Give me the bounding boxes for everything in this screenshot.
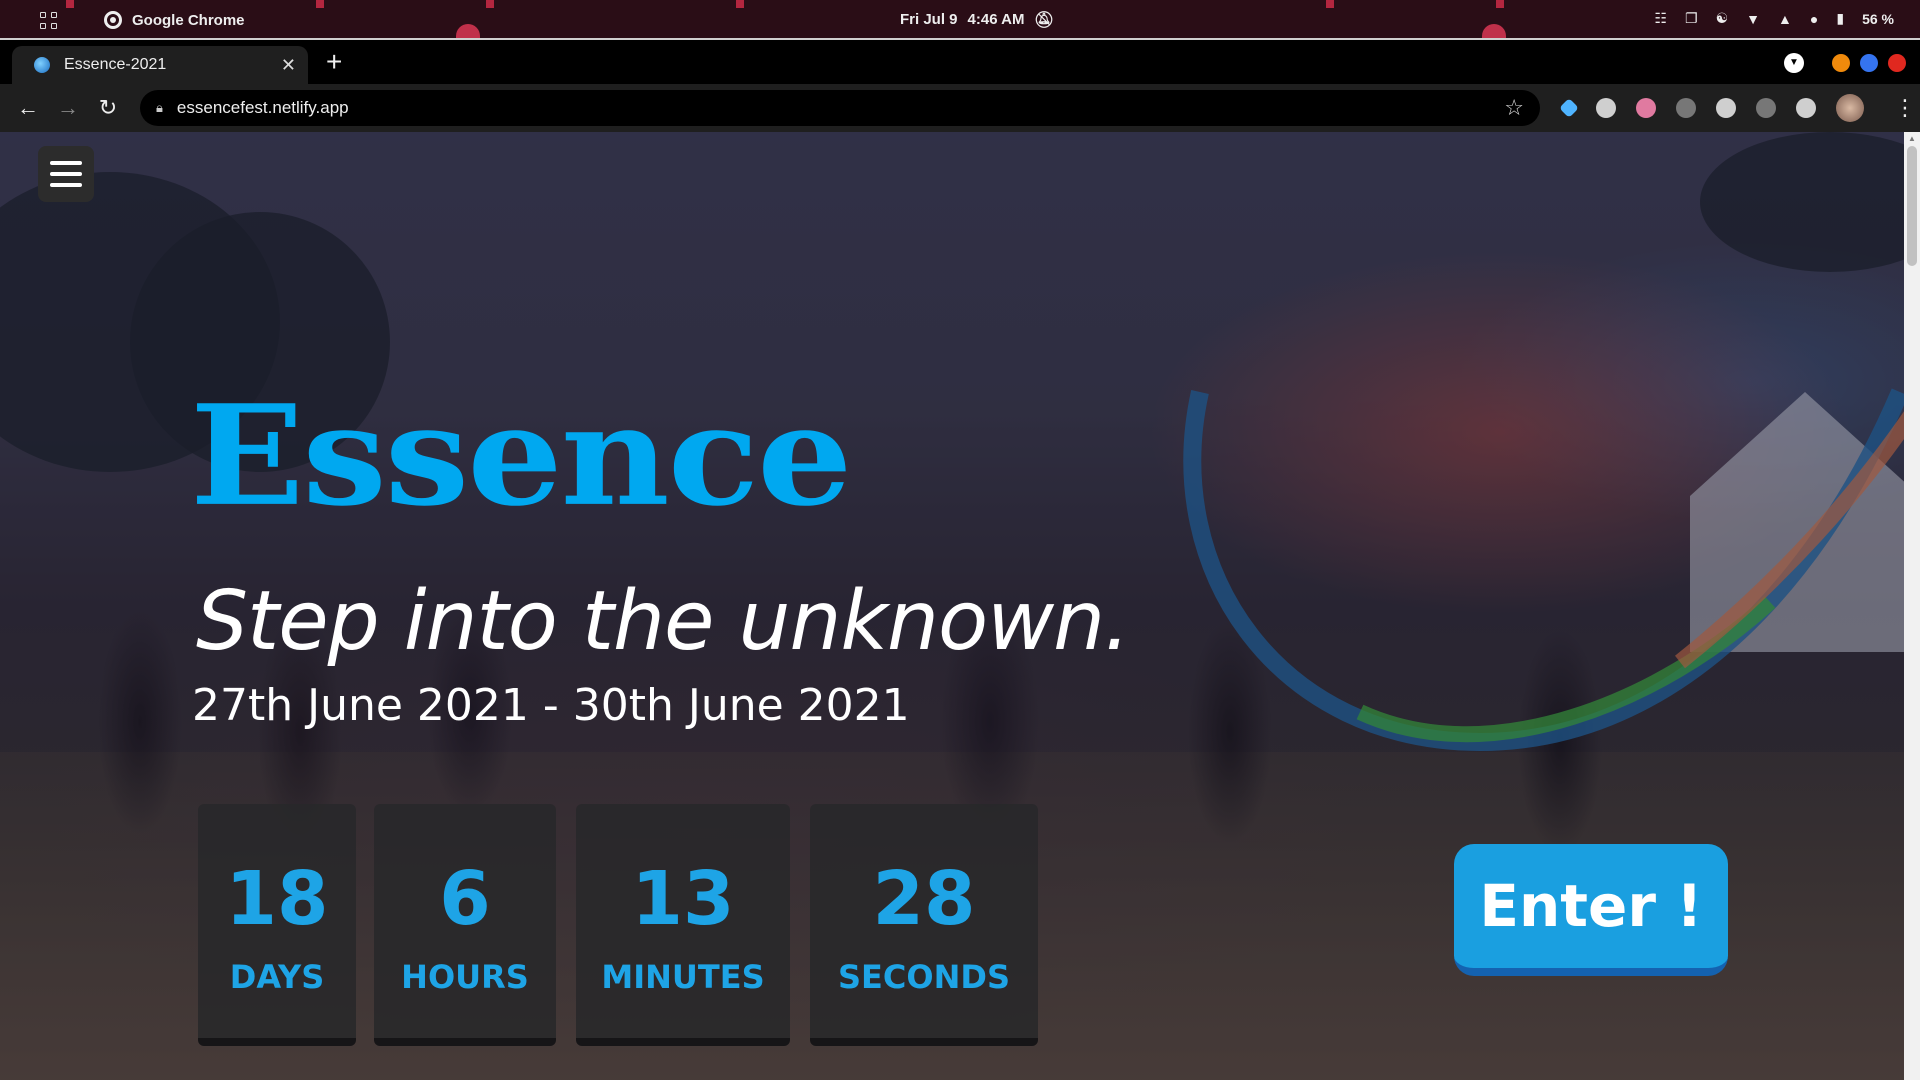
forward-button[interactable]: → — [48, 95, 88, 121]
countdown-label: HOURS — [401, 958, 529, 996]
microphone-icon: ● — [1809, 10, 1819, 27]
system-tray[interactable]: ☷ ❐ ☯ ▼ ▲ ● ▮ 56 % — [1654, 10, 1894, 27]
reload-button[interactable]: ↻ — [88, 95, 128, 121]
tab-search-icon[interactable]: ▼ — [1784, 53, 1804, 73]
event-dates: 27th June 2021 - 30th June 2021 — [192, 680, 910, 731]
page-scrollbar[interactable]: ▲ — [1904, 132, 1920, 1080]
extensions-bar: ⋮ — [1559, 94, 1916, 122]
active-app[interactable]: Google Chrome — [104, 11, 245, 29]
hamburger-icon — [50, 161, 82, 165]
browser-toolbar: ← → ↻ 🔒︎ essencefest.netlify.app ☆ ⋮ — [0, 84, 1920, 132]
countdown-hours: 6 HOURS — [374, 804, 556, 1046]
countdown-value: 28 — [872, 856, 976, 942]
app-grid-icon[interactable] — [40, 12, 58, 30]
countdown-label: SECONDS — [838, 958, 1010, 996]
site-favicon-icon — [34, 57, 50, 73]
close-window-button[interactable] — [1888, 54, 1906, 72]
countdown-label: DAYS — [229, 958, 325, 996]
maximize-button[interactable] — [1860, 54, 1878, 72]
tagline: Step into the unknown. — [196, 574, 1130, 669]
video-extension-icon[interactable] — [1676, 98, 1696, 118]
tab-strip: Essence-2021 ✕ + ▼ — [0, 42, 1920, 84]
chrome-icon — [104, 11, 122, 29]
scroll-up-arrow-icon[interactable]: ▲ — [1908, 134, 1916, 143]
url-text[interactable]: essencefest.netlify.app — [177, 98, 1504, 118]
chrome-menu-icon[interactable]: ⋮ — [1894, 95, 1916, 121]
tab-essence[interactable]: Essence-2021 ✕ — [12, 46, 308, 84]
os-top-bar: Google Chrome Fri Jul 9 4:46 AM 🔕︎ ☷ ❐ ☯… — [0, 0, 1920, 40]
back-button[interactable]: ← — [8, 95, 48, 121]
notifications-off-icon[interactable]: 🔕︎ — [1034, 10, 1054, 30]
accessibility-icon[interactable]: ☯ — [1716, 10, 1729, 27]
lock-icon[interactable]: 🔒︎ — [156, 100, 163, 116]
window-controls: ▼ — [1784, 53, 1906, 73]
countdown-minutes: 13 MINUTES — [576, 804, 790, 1046]
clock-time: 4:46 AM — [967, 11, 1025, 28]
globe-extension-icon[interactable] — [1716, 98, 1736, 118]
w-extension-icon[interactable] — [1596, 98, 1616, 118]
bookmark-star-icon[interactable]: ☆ — [1504, 95, 1524, 121]
clock[interactable]: Fri Jul 9 4:46 AM — [900, 11, 1025, 28]
enter-button[interactable]: Enter ! — [1454, 844, 1728, 976]
battery-percent: 56 % — [1862, 10, 1894, 27]
countdown-value: 13 — [631, 856, 735, 942]
profile-avatar[interactable] — [1836, 94, 1864, 122]
active-app-name: Google Chrome — [132, 11, 245, 29]
puzzle-extensions-icon[interactable] — [1796, 98, 1816, 118]
brand-logo-text: Essence — [190, 375, 852, 537]
tab-title: Essence-2021 — [64, 56, 167, 73]
face-extension-icon[interactable] — [1636, 98, 1656, 118]
countdown-label: MINUTES — [601, 958, 765, 996]
screen-icon[interactable]: ❐ — [1685, 10, 1698, 27]
keyboard-icon[interactable]: ☷ — [1654, 10, 1667, 27]
new-tab-button[interactable]: + — [326, 48, 342, 76]
menu-button[interactable] — [38, 146, 94, 202]
clock-date: Fri Jul 9 — [900, 11, 958, 28]
volume-icon: ▲ — [1778, 10, 1792, 27]
battery-icon: ▮ — [1836, 10, 1845, 26]
gem-extension-icon[interactable] — [1559, 98, 1579, 118]
countdown-days: 18 DAYS — [198, 804, 356, 1046]
address-bar[interactable]: 🔒︎ essencefest.netlify.app ☆ — [140, 90, 1540, 126]
scrollbar-thumb[interactable] — [1907, 146, 1917, 266]
hero-section: Essence Step into the unknown. 27th June… — [0, 132, 1920, 1080]
close-tab-icon[interactable]: ✕ — [281, 55, 296, 76]
countdown-value: 18 — [225, 856, 329, 942]
minimize-button[interactable] — [1832, 54, 1850, 72]
camera-extension-icon[interactable] — [1756, 98, 1776, 118]
countdown-value: 6 — [439, 856, 491, 942]
wifi-icon: ▼ — [1746, 10, 1761, 27]
countdown-seconds: 28 SECONDS — [810, 804, 1038, 1046]
